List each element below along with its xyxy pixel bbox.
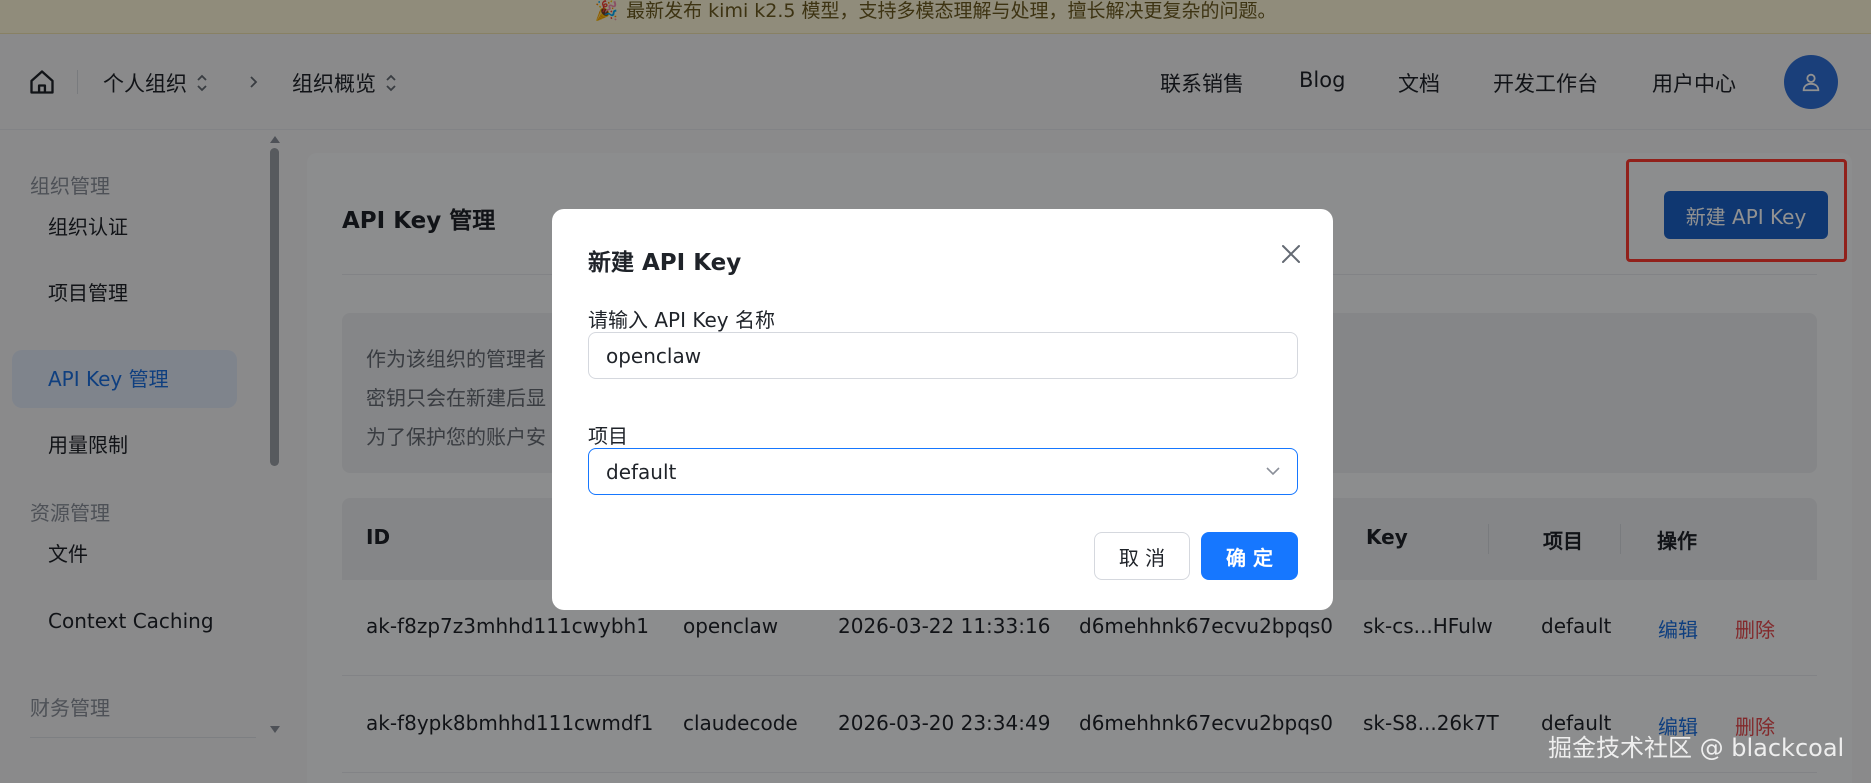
watermark: 掘金技术社区 @ blackcoal: [1548, 734, 1845, 762]
chevron-down-icon: [1266, 467, 1280, 476]
confirm-button[interactable]: 确 定: [1201, 532, 1298, 580]
close-icon[interactable]: [1276, 239, 1306, 269]
project-select[interactable]: default: [588, 448, 1298, 495]
dialog-title: 新建 API Key: [588, 250, 742, 276]
api-key-name-input[interactable]: [588, 332, 1298, 379]
project-field-label: 项目: [588, 424, 628, 448]
name-field-label: 请输入 API Key 名称: [588, 308, 775, 332]
project-select-value: default: [606, 460, 677, 484]
cancel-button[interactable]: 取 消: [1094, 532, 1190, 580]
new-api-key-dialog: 新建 API Key 请输入 API Key 名称 项目 default 取 消…: [552, 209, 1333, 610]
